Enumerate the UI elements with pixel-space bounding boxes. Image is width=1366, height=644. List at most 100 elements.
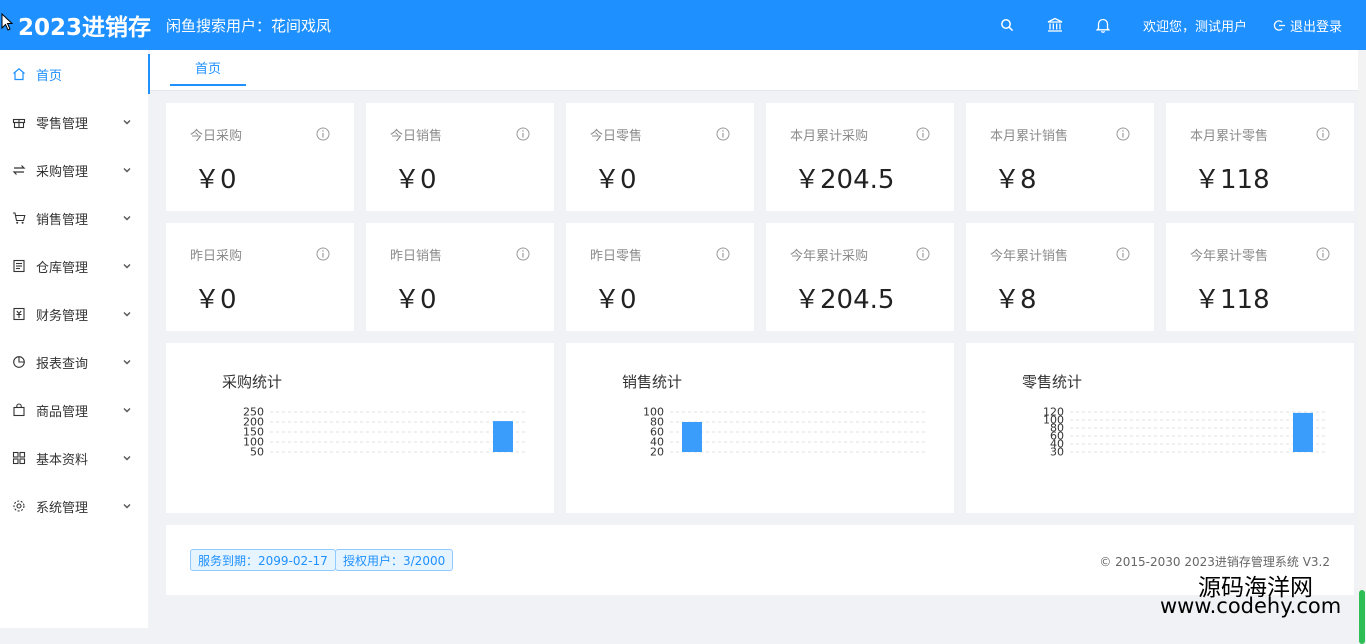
- chevron-down-icon: [122, 501, 132, 511]
- logout-button[interactable]: 退出登录: [1273, 16, 1342, 35]
- top-header: 2023进销存 闲鱼搜索用户：花间戏凤 欢迎您，测试用户 退出登录: [0, 0, 1366, 50]
- info-icon[interactable]: [516, 246, 530, 261]
- sidebar-menu: 首页零售管理采购管理销售管理仓库管理财务管理报表查询商品管理基本资料系统管理: [0, 50, 150, 628]
- chart-plot: 10080604020: [643, 406, 926, 459]
- stat-card: 今年累计零售 ￥118: [1166, 223, 1354, 331]
- sidebar-item-label: 基本资料: [36, 452, 89, 468]
- sidebar-item-label: 财务管理: [36, 308, 89, 324]
- chart-plot: 25020015010050: [243, 406, 526, 459]
- info-icon[interactable]: [1316, 246, 1330, 261]
- chevron-down-icon: [122, 261, 132, 271]
- sidebar-item-label: 仓库管理: [36, 260, 89, 276]
- bank-icon[interactable]: [1031, 0, 1079, 50]
- tab-home[interactable]: 首页: [170, 50, 246, 86]
- cart-icon: [12, 211, 26, 225]
- chevron-down-icon: [122, 309, 132, 319]
- scrollbar-thumb[interactable]: [1359, 590, 1365, 644]
- chart-card: 采购统计 250 200 150 100 50: [166, 343, 554, 513]
- header-actions: 欢迎您，测试用户 退出登录: [983, 0, 1366, 50]
- home-icon: [12, 67, 26, 81]
- stat-label: 昨日零售: [590, 249, 643, 264]
- stat-card: 今年累计销售 ￥8: [966, 223, 1154, 331]
- swap-icon: [12, 163, 26, 177]
- stat-card: 昨日零售 ￥0: [566, 223, 754, 331]
- stat-label: 本月累计零售: [1190, 129, 1269, 144]
- info-icon[interactable]: [316, 246, 330, 261]
- stat-label: 本月累计销售: [990, 129, 1069, 144]
- license-badge: 授权用户：3/2000: [335, 549, 454, 571]
- header-notice: 闲鱼搜索用户：花间戏凤: [166, 16, 332, 35]
- stat-card: 昨日采购 ￥0: [166, 223, 354, 331]
- footer-panel: 服务到期：2099-02-17 授权用户：3/2000 © 2015-2030 …: [166, 525, 1354, 595]
- stat-value: ￥0: [394, 285, 437, 315]
- info-icon[interactable]: [1116, 246, 1130, 261]
- gift-icon: [12, 115, 26, 129]
- sidebar-item-5[interactable]: 财务管理: [0, 290, 148, 338]
- chart-bar[interactable]: [493, 421, 513, 452]
- info-icon[interactable]: [716, 246, 730, 261]
- sidebar-item-label: 销售管理: [36, 212, 89, 228]
- tab-bar: 首页: [150, 50, 1366, 91]
- y-tick-label: 50: [250, 446, 264, 459]
- sidebar-item-label: 首页: [36, 68, 63, 84]
- chevron-down-icon: [122, 405, 132, 415]
- info-icon[interactable]: [516, 126, 530, 141]
- welcome-user[interactable]: 欢迎您，测试用户: [1143, 16, 1247, 35]
- chart-bar[interactable]: [682, 422, 702, 452]
- stat-card: 本月累计销售 ￥8: [966, 103, 1154, 211]
- stat-label: 今日采购: [190, 129, 243, 144]
- info-icon[interactable]: [316, 126, 330, 141]
- service-expiry-badge: 服务到期：2099-02-17: [190, 549, 336, 571]
- chevron-down-icon: [122, 453, 132, 463]
- chart-plot: 12010080604030: [1043, 406, 1326, 459]
- logout-icon: [1273, 19, 1285, 31]
- page-scrollbar[interactable]: [1358, 50, 1366, 644]
- stat-label: 今年累计销售: [990, 249, 1069, 264]
- info-icon[interactable]: [1316, 126, 1330, 141]
- sidebar-item-7[interactable]: 商品管理: [0, 386, 148, 434]
- stat-card: 今日零售 ￥0: [566, 103, 754, 211]
- stat-value: ￥0: [194, 285, 237, 315]
- info-icon[interactable]: [1116, 126, 1130, 141]
- mouse-cursor-icon: [1, 13, 14, 31]
- warehouse-icon: [12, 259, 26, 273]
- search-icon[interactable]: [983, 0, 1031, 50]
- sidebar-item-3[interactable]: 销售管理: [0, 194, 148, 242]
- info-icon[interactable]: [916, 126, 930, 141]
- chevron-down-icon: [122, 213, 132, 223]
- stat-value: ￥204.5: [794, 165, 895, 195]
- sidebar-item-2[interactable]: 采购管理: [0, 146, 148, 194]
- sidebar-item-1[interactable]: 零售管理: [0, 98, 148, 146]
- chevron-down-icon: [122, 357, 132, 367]
- sidebar-item-0[interactable]: 首页: [0, 50, 150, 98]
- stat-label: 本月累计采购: [790, 129, 869, 144]
- stat-value: ￥0: [394, 165, 437, 195]
- info-icon[interactable]: [916, 246, 930, 261]
- sidebar-item-6[interactable]: 报表查询: [0, 338, 148, 386]
- info-icon[interactable]: [716, 126, 730, 141]
- stat-label: 今日销售: [390, 129, 443, 144]
- stat-value: ￥8: [994, 165, 1037, 195]
- bag-icon: [12, 403, 26, 417]
- sidebar-item-8[interactable]: 基本资料: [0, 434, 148, 482]
- sidebar-item-4[interactable]: 仓库管理: [0, 242, 148, 290]
- sidebar-item-label: 采购管理: [36, 164, 89, 180]
- stat-value: ￥0: [594, 285, 637, 315]
- chart-card: 零售统计 120 100 80 60 40 30: [966, 343, 1354, 513]
- stat-value: ￥0: [194, 165, 237, 195]
- chevron-down-icon: [122, 165, 132, 175]
- stat-card: 今年累计采购 ￥204.5: [766, 223, 954, 331]
- bell-icon[interactable]: [1079, 0, 1127, 50]
- app-logo[interactable]: 2023进销存: [0, 8, 151, 42]
- chart-bar[interactable]: [1293, 412, 1313, 452]
- sidebar-item-9[interactable]: 系统管理: [0, 482, 148, 530]
- stat-label: 今日零售: [590, 129, 643, 144]
- stat-card: 本月累计零售 ￥118: [1166, 103, 1354, 211]
- chevron-down-icon: [122, 117, 132, 127]
- chart-card: 销售统计 100 80 60 40 20: [566, 343, 954, 513]
- stat-card: 今日销售 ￥0: [366, 103, 554, 211]
- sidebar-item-label: 报表查询: [36, 356, 89, 372]
- stat-card: 今日采购 ￥0: [166, 103, 354, 211]
- stat-card: 本月累计采购 ￥204.5: [766, 103, 954, 211]
- stat-value: ￥204.5: [794, 285, 895, 315]
